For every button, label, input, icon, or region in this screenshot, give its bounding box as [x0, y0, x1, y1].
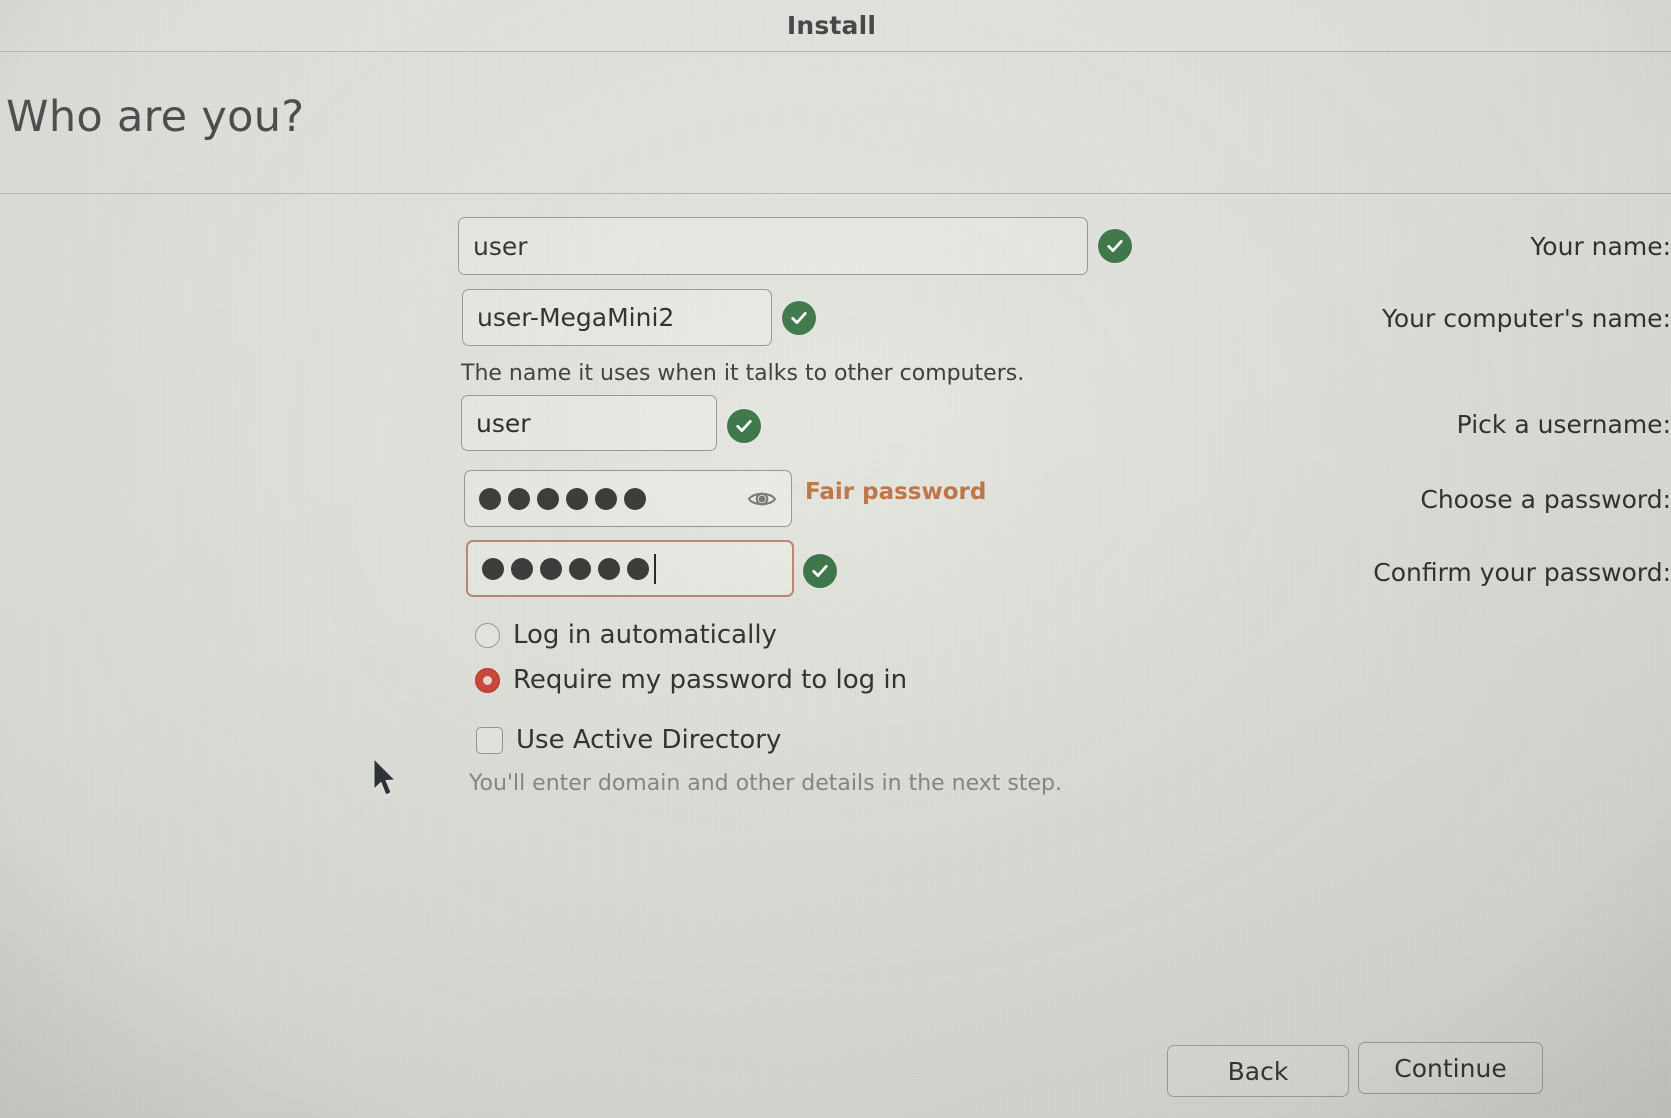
username-label: Pick a username:	[1456, 410, 1671, 439]
active-directory-hint: You'll enter domain and other details in…	[469, 771, 1062, 796]
heading-divider	[0, 193, 1671, 194]
title-bar: Install	[0, 0, 1671, 51]
computer-name-value: user-MegaMini2	[477, 303, 675, 332]
mouse-cursor-icon	[373, 758, 397, 796]
continue-button[interactable]: Continue	[1358, 1042, 1543, 1094]
password-input[interactable]	[464, 470, 792, 527]
radio-login-automatically-icon[interactable]	[475, 622, 500, 648]
computer-name-label: Your computer's name:	[1381, 304, 1671, 333]
option-login-automatically[interactable]: Log in automatically	[475, 620, 777, 650]
option-require-password-label: Require my password to log in	[513, 665, 908, 695]
confirm-password-input[interactable]	[466, 540, 794, 597]
option-use-active-directory-label: Use Active Directory	[516, 725, 782, 755]
computer-name-valid-check-icon	[782, 301, 816, 335]
password-label: Choose a password:	[1420, 485, 1671, 514]
your-name-label: Your name:	[1530, 232, 1671, 261]
continue-button-label: Continue	[1394, 1053, 1507, 1083]
page-title: Who are you?	[6, 92, 305, 142]
back-button-label: Back	[1227, 1056, 1289, 1086]
option-use-active-directory[interactable]: Use Active Directory	[476, 725, 781, 755]
computer-name-input[interactable]: user-MegaMini2	[462, 289, 772, 346]
confirm-password-valid-check-icon	[803, 554, 837, 588]
titlebar-divider	[0, 51, 1671, 52]
your-name-valid-check-icon	[1098, 229, 1132, 263]
username-valid-check-icon	[727, 409, 761, 443]
window-title: Install	[786, 11, 877, 40]
your-name-value: user	[473, 231, 528, 261]
confirm-password-masked-value	[482, 557, 649, 580]
your-name-input[interactable]: user	[458, 217, 1088, 275]
installer-window: Install Who are you? Your name: user You…	[0, 0, 1671, 1118]
password-strength-label: Fair password	[805, 479, 987, 505]
option-login-automatically-label: Log in automatically	[513, 620, 777, 650]
username-input[interactable]: user	[461, 395, 717, 451]
confirm-password-label: Confirm your password:	[1373, 558, 1671, 587]
radio-require-password-icon[interactable]	[475, 667, 500, 693]
option-require-password[interactable]: Require my password to log in	[475, 665, 907, 695]
username-value: user	[476, 408, 531, 438]
computer-name-hint: The name it uses when it talks to other …	[461, 361, 1025, 386]
password-masked-value	[479, 487, 646, 510]
eye-icon[interactable]	[747, 484, 777, 514]
back-button[interactable]: Back	[1167, 1045, 1349, 1097]
text-caret	[654, 553, 656, 584]
checkbox-active-directory-icon[interactable]	[476, 726, 503, 754]
